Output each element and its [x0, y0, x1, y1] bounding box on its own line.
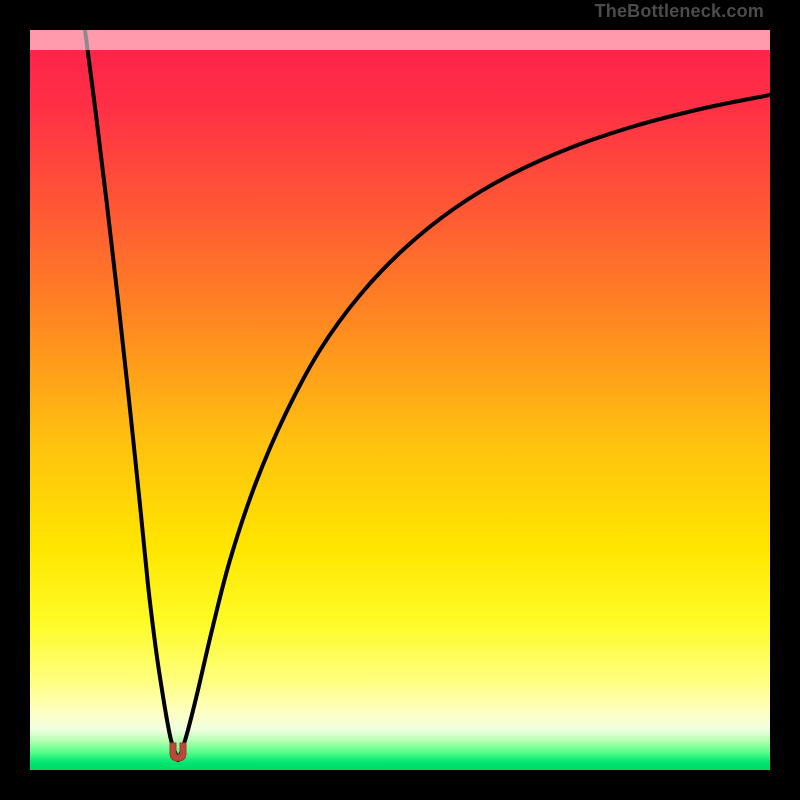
chart-frame: TheBottleneck.com [0, 0, 800, 800]
minimum-marker-icon [167, 741, 189, 763]
bottleneck-curve [30, 30, 770, 770]
watermark-text: TheBottleneck.com [595, 0, 764, 22]
plot-area [30, 30, 770, 770]
